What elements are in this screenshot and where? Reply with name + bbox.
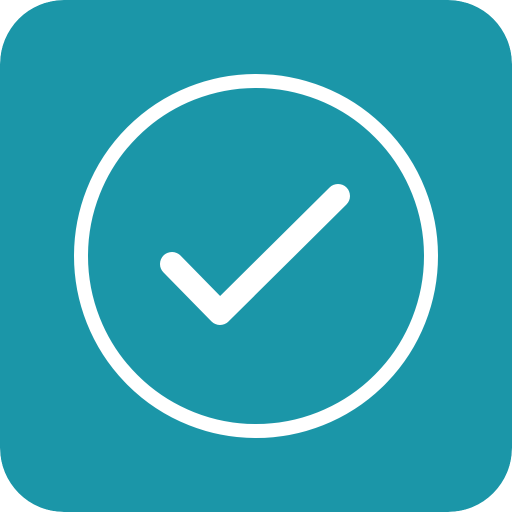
app-icon[interactable] bbox=[0, 0, 512, 512]
app-icon-graphic bbox=[0, 0, 512, 512]
